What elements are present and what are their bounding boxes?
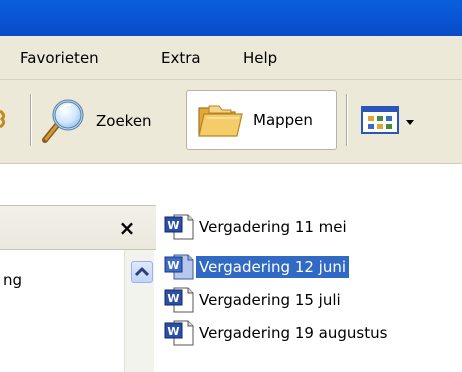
views-button[interactable] (358, 100, 430, 140)
view-thumbnails-icon (360, 105, 400, 135)
address-bar-area (0, 165, 462, 205)
list-item[interactable]: W Vergadering 15 juli (164, 287, 344, 313)
chevron-up-icon (134, 267, 150, 277)
folders-pane: × ng (0, 205, 156, 372)
list-item[interactable]: W Vergadering 11 mei (164, 214, 350, 240)
menu-extra[interactable]: Extra (161, 48, 201, 68)
file-name: Vergadering 12 juni (196, 256, 350, 278)
svg-text:W: W (167, 292, 179, 305)
search-button-label: Zoeken (96, 112, 152, 130)
menu-bar: Favorieten Extra Help (0, 36, 462, 80)
previous-toolbar-icon[interactable] (0, 107, 8, 129)
tree-item-label[interactable]: ng (0, 270, 22, 290)
word-document-icon: W (164, 287, 194, 313)
menu-help[interactable]: Help (243, 48, 277, 68)
toolbar-separator (30, 94, 32, 146)
folders-button[interactable]: Mappen (186, 90, 337, 150)
close-icon[interactable]: × (118, 218, 136, 238)
list-item[interactable]: W Vergadering 12 juni (164, 254, 350, 280)
file-name: Vergadering 11 mei (199, 218, 347, 236)
svg-text:W: W (167, 219, 179, 232)
search-icon (40, 98, 90, 144)
file-name: Vergadering 19 augustus (199, 324, 388, 342)
folders-pane-header: × (0, 205, 156, 250)
word-document-icon: W (164, 214, 194, 240)
chevron-down-icon[interactable] (404, 114, 416, 126)
window-title-bar[interactable] (0, 0, 462, 36)
folders-button-label: Mappen (253, 111, 313, 129)
file-name: Vergadering 15 juli (199, 291, 341, 309)
svg-text:W: W (167, 325, 179, 338)
toolbar-separator (346, 94, 348, 146)
scroll-up-button[interactable] (131, 261, 153, 283)
list-item[interactable]: W Vergadering 19 augustus (164, 320, 390, 346)
menu-favorites[interactable]: Favorieten (20, 48, 99, 68)
word-document-icon: W (164, 320, 194, 346)
folder-icon (195, 100, 247, 140)
toolbar: Zoeken Mappen (0, 80, 462, 164)
search-button[interactable]: Zoeken (38, 92, 178, 150)
word-document-icon: W (164, 254, 194, 280)
svg-text:W: W (167, 259, 179, 272)
